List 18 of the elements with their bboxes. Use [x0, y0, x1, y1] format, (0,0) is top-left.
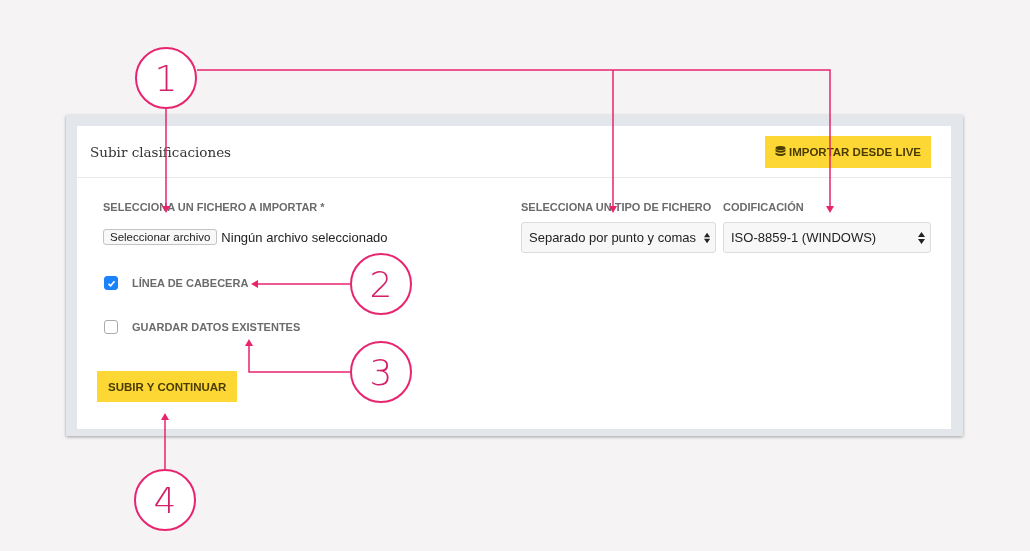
file-status: Ningún archivo seleccionado [221, 229, 388, 245]
select-field[interactable]: Separado por punto y comas [521, 222, 716, 253]
checkbox-label: GUARDAR DATOS EXISTENTES [132, 320, 301, 334]
updown-caret-icon [703, 231, 710, 244]
checkbox[interactable] [104, 276, 118, 290]
check-icon [106, 278, 116, 288]
database-icon [774, 146, 786, 158]
leader-line [161, 413, 169, 470]
callout-number: 1 [135, 47, 197, 109]
select-field[interactable]: ISO-8859-1 (WINDOWS) [723, 222, 931, 253]
field-label: CODIFICACIÓN [723, 200, 805, 214]
field-label: SELECCIONA UN TIPO DE FICHERO [521, 200, 713, 214]
submit-button[interactable]: SUBIR Y CONTINUAR [97, 371, 238, 402]
checkbox-label: LÍNEA DE CABECERA [132, 276, 249, 290]
callout-number: 4 [134, 469, 196, 531]
choose-file-button[interactable]: Seleccionar archivo [103, 229, 218, 245]
updown-caret-icon [918, 231, 925, 244]
checkbox[interactable] [104, 320, 118, 334]
